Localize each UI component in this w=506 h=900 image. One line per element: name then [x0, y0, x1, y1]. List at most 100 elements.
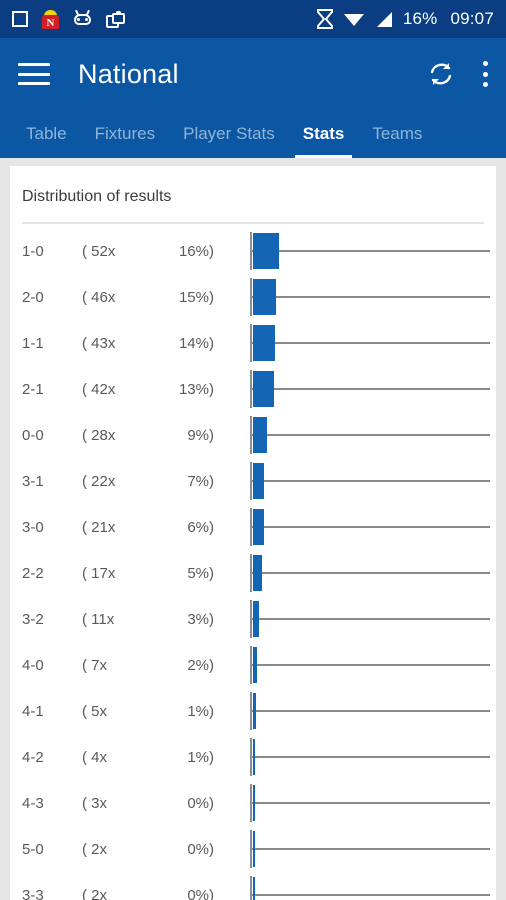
battery-percentage: 16%	[402, 9, 438, 28]
sync-refresh-icon[interactable]	[426, 59, 456, 89]
tab-player-stats[interactable]: Player Stats	[169, 110, 289, 158]
result-bar	[253, 325, 275, 361]
result-bar-area	[250, 688, 490, 734]
result-count: ( 3x	[82, 794, 108, 812]
result-score: 4-0	[22, 656, 44, 674]
result-percent: 16%)	[178, 242, 214, 260]
app-bar-actions	[426, 59, 488, 89]
result-percent: 2%)	[187, 656, 214, 674]
result-percent: 0%)	[187, 840, 214, 858]
result-percent: 15%)	[178, 288, 214, 306]
result-bar-area	[250, 642, 490, 688]
result-bar	[253, 417, 267, 453]
more-vertical-icon[interactable]	[482, 61, 488, 87]
result-bar-area	[250, 734, 490, 780]
bar-baseline	[252, 618, 490, 620]
result-percent: 3%)	[187, 610, 214, 628]
result-bar	[253, 601, 259, 637]
results-distribution-list: 1-0 ( 52x 16%) 2-0 ( 46x 15%) 1-1 ( 43x 14%) 2-1 (…	[10, 224, 496, 900]
result-count: ( 4x	[82, 748, 108, 766]
distribution-of-results-card: Distribution of results 1-0 ( 52x 16%) 2-0 (…	[10, 166, 496, 900]
result-score: 0-0	[22, 426, 44, 444]
result-bar	[253, 693, 256, 729]
status-bar-right-icons: 16% 09:07	[316, 9, 494, 29]
result-count: ( 17x	[82, 564, 116, 582]
result-bar-area	[250, 320, 490, 366]
result-bar-area	[250, 458, 490, 504]
tab-label: Table	[26, 124, 67, 143]
app-bar: National	[0, 38, 506, 110]
result-row: 2-0 ( 46x 15%)	[10, 274, 496, 320]
result-row: 3-0 ( 21x 6%)	[10, 504, 496, 550]
result-bar	[253, 463, 264, 499]
result-count: ( 28x	[82, 426, 116, 444]
bar-baseline	[252, 710, 490, 712]
bar-baseline	[252, 572, 490, 574]
result-score: 1-1	[22, 334, 44, 352]
cyanogenmod-icon	[73, 9, 92, 27]
result-bar-area	[250, 780, 490, 826]
result-bar-area	[250, 596, 490, 642]
tab-stats[interactable]: Stats	[289, 110, 359, 158]
result-percent: 0%)	[187, 886, 214, 900]
result-bar-area	[250, 412, 490, 458]
hamburger-menu-icon[interactable]	[18, 63, 50, 85]
result-score: 3-3	[22, 886, 44, 900]
result-row: 1-0 ( 52x 16%)	[10, 228, 496, 274]
bar-baseline	[252, 802, 490, 804]
briefcase-check-icon	[106, 10, 125, 28]
result-bar	[253, 647, 257, 683]
bar-baseline	[252, 342, 490, 344]
result-count: ( 2x	[82, 886, 108, 900]
result-score: 2-1	[22, 380, 44, 398]
result-bar	[253, 877, 255, 900]
result-count: ( 46x	[82, 288, 116, 306]
tab-label: Player Stats	[183, 124, 275, 143]
result-score: 3-1	[22, 472, 44, 490]
result-score: 4-3	[22, 794, 44, 812]
tab-teams[interactable]: Teams	[358, 110, 436, 158]
result-score: 1-0	[22, 242, 44, 260]
result-row: 4-2 ( 4x 1%)	[10, 734, 496, 780]
result-bar	[253, 785, 255, 821]
result-percent: 13%)	[178, 380, 214, 398]
result-percent: 6%)	[187, 518, 214, 536]
result-row: 3-1 ( 22x 7%)	[10, 458, 496, 504]
result-row: 3-2 ( 11x 3%)	[10, 596, 496, 642]
result-score: 4-1	[22, 702, 44, 720]
result-bar	[253, 831, 255, 867]
status-bar-clock: 09:07	[450, 9, 494, 28]
bar-baseline	[252, 526, 490, 528]
bar-baseline	[252, 480, 490, 482]
result-score: 3-2	[22, 610, 44, 628]
bar-baseline	[252, 296, 490, 298]
bar-baseline	[252, 894, 490, 896]
result-count: ( 5x	[82, 702, 108, 720]
result-count: ( 11x	[82, 610, 115, 628]
result-row: 2-2 ( 17x 5%)	[10, 550, 496, 596]
status-bar-left-icons: N	[12, 9, 125, 29]
result-row: 4-0 ( 7x 2%)	[10, 642, 496, 688]
result-count: ( 22x	[82, 472, 116, 490]
bar-baseline	[252, 250, 490, 252]
tab-table[interactable]: Table	[12, 110, 81, 158]
result-bar	[253, 739, 255, 775]
result-row: 4-3 ( 3x 0%)	[10, 780, 496, 826]
result-percent: 1%)	[187, 748, 214, 766]
result-percent: 1%)	[187, 702, 214, 720]
bar-baseline	[252, 848, 490, 850]
result-row: 2-1 ( 42x 13%)	[10, 366, 496, 412]
result-bar-area	[250, 228, 490, 274]
result-percent: 0%)	[187, 794, 214, 812]
bar-axis-line	[250, 876, 252, 900]
result-bar	[253, 371, 274, 407]
result-bar-area	[250, 872, 490, 900]
result-percent: 7%)	[187, 472, 214, 490]
result-percent: 14%)	[178, 334, 214, 352]
bar-baseline	[252, 756, 490, 758]
tab-fixtures[interactable]: Fixtures	[81, 110, 169, 158]
result-bar-area	[250, 550, 490, 596]
result-row: 1-1 ( 43x 14%)	[10, 320, 496, 366]
result-percent: 9%)	[187, 426, 214, 444]
content-area[interactable]: Distribution of results 1-0 ( 52x 16%) 2-0 (…	[0, 158, 506, 900]
